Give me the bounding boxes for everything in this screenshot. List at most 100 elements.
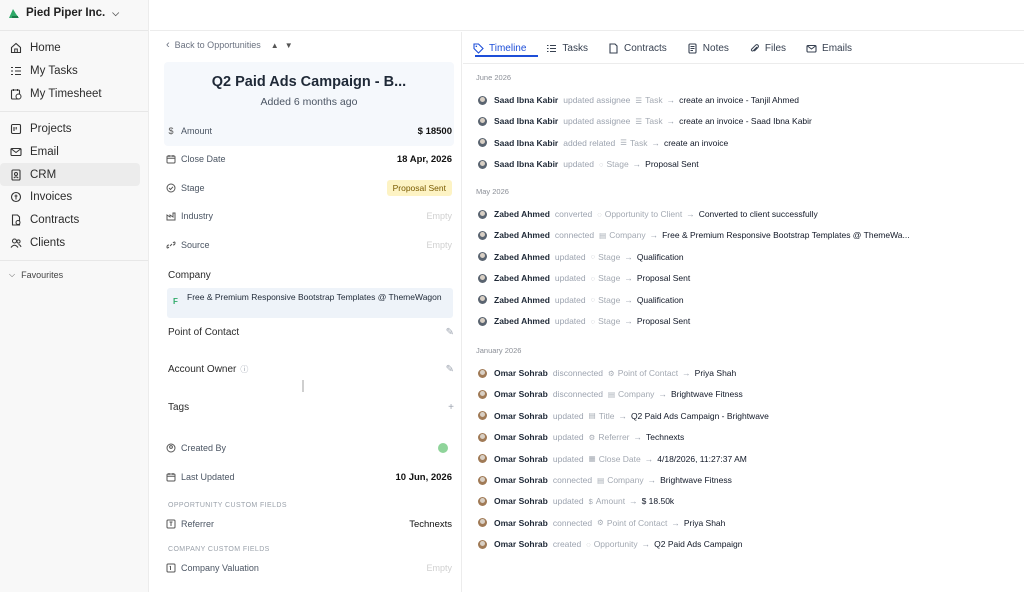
- arrow-right-icon: →: [641, 539, 651, 550]
- sidebar-item-crm[interactable]: CRM: [0, 163, 140, 187]
- event-user[interactable]: Zabed Ahmed: [494, 230, 550, 240]
- event-user[interactable]: Omar Sohrab: [494, 475, 548, 485]
- event-user[interactable]: Omar Sohrab: [494, 411, 548, 421]
- sidebar-item-email[interactable]: Email: [0, 141, 140, 164]
- field-value: Technexts: [409, 518, 452, 530]
- nav-group-personal: Home My Tasks My Timesheet: [0, 35, 148, 107]
- field-stage[interactable]: Stage Proposal Sent: [166, 179, 452, 197]
- chevron-down-icon: ⌵: [9, 270, 16, 280]
- tab-files[interactable]: Files: [749, 39, 786, 57]
- timeline-event[interactable]: Omar Sohrab updated ⚙ Referrer → Technexts: [478, 431, 684, 443]
- event-user[interactable]: Zabed Ahmed: [494, 252, 550, 262]
- creator-avatar[interactable]: [438, 443, 448, 453]
- event-action: connected: [552, 475, 593, 485]
- event-result: $ 18.50k: [641, 496, 675, 507]
- timeline-event[interactable]: Saad Ibna Kabir updated assignee ☰ Task → cre…: [478, 94, 799, 106]
- event-user[interactable]: Saad Ibna Kabir: [494, 116, 558, 126]
- company-card[interactable]: F Free & Premium Responsive Bootstrap Te…: [167, 288, 453, 318]
- event-user[interactable]: Zabed Ahmed: [494, 316, 550, 326]
- timeline-event[interactable]: Zabed Ahmed updated ◌ Stage → Proposal Sent: [478, 272, 690, 284]
- back-to-opportunities-link[interactable]: ‹ Back to Opportunities ▲ ▼: [166, 39, 297, 51]
- event-user[interactable]: Omar Sohrab: [494, 432, 548, 442]
- stage-badge[interactable]: Proposal Sent: [386, 180, 452, 196]
- user-icon: [166, 443, 176, 453]
- event-user[interactable]: Saad Ibna Kabir: [494, 95, 558, 105]
- event-user[interactable]: Omar Sohrab: [494, 368, 548, 378]
- page-title[interactable]: Q2 Paid Ads Campaign - B...: [164, 74, 454, 90]
- note-icon: [687, 42, 698, 54]
- timeline-event[interactable]: Omar Sohrab disconnected ⚙ Point of Contact…: [478, 367, 736, 379]
- sidebar-item-my-tasks[interactable]: My Tasks: [0, 60, 140, 83]
- event-user[interactable]: Omar Sohrab: [494, 518, 548, 528]
- event-user[interactable]: Omar Sohrab: [494, 389, 548, 399]
- divider: [0, 260, 148, 262]
- sidebar-item-home[interactable]: Home: [0, 37, 140, 60]
- timeline-event[interactable]: Omar Sohrab created ◌ Opportunity → Q2 Paid A…: [478, 538, 743, 550]
- field-industry[interactable]: Industry Empty: [166, 207, 452, 225]
- event-result: Qualification: [636, 294, 684, 305]
- pencil-icon[interactable]: ✎: [446, 327, 454, 338]
- timeline-event[interactable]: Zabed Ahmed connected ▤ Company → Free & Prem…: [478, 229, 910, 241]
- timeline-event[interactable]: Zabed Ahmed updated ◌ Stage → Proposal Sent: [478, 315, 690, 327]
- clients-icon: [9, 236, 22, 249]
- field-amount[interactable]: $ Amount $ 18500: [166, 122, 452, 140]
- timeline-event[interactable]: Saad Ibna Kabir added related ☰ Task → create…: [478, 137, 728, 149]
- timeline-event[interactable]: Zabed Ahmed converted ◌ Opportunity to Clie…: [478, 208, 818, 220]
- event-action: updated assignee: [563, 116, 631, 127]
- sidebar-item-projects[interactable]: Projects: [0, 118, 140, 141]
- field-close-date[interactable]: Close Date 18 Apr, 2026: [166, 150, 452, 168]
- list-icon: ☰: [620, 138, 627, 148]
- timeline-event[interactable]: Omar Sohrab updated ▦ Close Date → 4/18/2026,…: [478, 453, 747, 465]
- arrow-right-icon: →: [686, 209, 695, 219]
- source-icon: [166, 240, 176, 250]
- field-referrer[interactable]: Referrer Technexts: [166, 515, 452, 533]
- chevron-down-icon[interactable]: ▼: [283, 39, 295, 51]
- event-user[interactable]: Saad Ibna Kabir: [494, 138, 558, 148]
- section-label: Account Owner: [168, 364, 237, 375]
- tab-tasks[interactable]: Tasks: [546, 39, 588, 57]
- plus-icon[interactable]: +: [448, 402, 454, 413]
- timeline-event[interactable]: Omar Sohrab connected ⚙ Point of Contact → Pr…: [478, 517, 725, 529]
- active-tab-indicator: [475, 55, 538, 57]
- sidebar-item-my-timesheet[interactable]: My Timesheet: [0, 82, 140, 105]
- favourites-toggle[interactable]: ⌵ Favourites: [0, 265, 148, 285]
- contract-icon: [9, 214, 22, 227]
- event-entity: ☰ Task: [635, 95, 662, 105]
- timeline-event[interactable]: Saad Ibna Kabir updated assignee ☰ Task → cre…: [478, 115, 812, 127]
- timeline-event[interactable]: Saad Ibna Kabir updated ◌ Stage → Proposal Se…: [478, 158, 699, 170]
- dollar-icon: $: [588, 496, 593, 506]
- timeline-event[interactable]: Omar Sohrab connected ▤ Company → Brightwave …: [478, 474, 732, 486]
- field-source[interactable]: Source Empty: [166, 236, 452, 254]
- tab-contracts[interactable]: Contracts: [608, 39, 667, 57]
- arrow-right-icon: →: [624, 294, 633, 305]
- timeline-event[interactable]: Omar Sohrab updated ▤ Title → Q2 Paid Ads Cam…: [478, 410, 769, 422]
- timeline-event[interactable]: Zabed Ahmed updated ◌ Stage → Qualification: [478, 294, 684, 306]
- arrow-right-icon: →: [644, 453, 654, 464]
- chevron-up-icon[interactable]: ▲: [269, 39, 281, 51]
- event-user[interactable]: Omar Sohrab: [494, 496, 548, 506]
- event-result: Proposal Sent: [636, 273, 691, 284]
- field-label: Stage: [181, 183, 205, 193]
- event-user[interactable]: Zabed Ahmed: [494, 273, 550, 283]
- event-user[interactable]: Zabed Ahmed: [494, 209, 550, 219]
- workspace-switcher[interactable]: Pied Piper Inc. ⌵: [0, 0, 148, 26]
- arrow-right-icon: →: [624, 316, 633, 326]
- sidebar-item-invoices[interactable]: Invoices: [0, 186, 140, 209]
- invoice-icon: [9, 191, 22, 204]
- pencil-icon[interactable]: ✎: [446, 364, 454, 375]
- field-company-valuation[interactable]: Company Valuation Empty: [166, 559, 452, 577]
- event-entity: ◌ Stage: [591, 316, 621, 326]
- event-user[interactable]: Omar Sohrab: [494, 539, 548, 549]
- event-user[interactable]: Saad Ibna Kabir: [494, 159, 558, 169]
- sidebar-item-clients[interactable]: Clients: [0, 232, 140, 255]
- event-user[interactable]: Zabed Ahmed: [494, 295, 550, 305]
- resize-handle[interactable]: [302, 380, 304, 392]
- sidebar-item-contracts[interactable]: Contracts: [0, 209, 140, 232]
- timeline-event[interactable]: Omar Sohrab disconnected ▤ Company → Brightwa…: [478, 388, 743, 400]
- tab-emails[interactable]: Emails: [806, 39, 852, 57]
- timeline-event[interactable]: Omar Sohrab updated $ Amount → $ 18.50k: [478, 495, 674, 507]
- event-user[interactable]: Omar Sohrab: [494, 454, 548, 464]
- timeline-event[interactable]: Zabed Ahmed updated ◌ Stage → Qualification: [478, 251, 684, 263]
- event-entity-label: Stage: [598, 316, 621, 326]
- tab-notes[interactable]: Notes: [687, 39, 729, 57]
